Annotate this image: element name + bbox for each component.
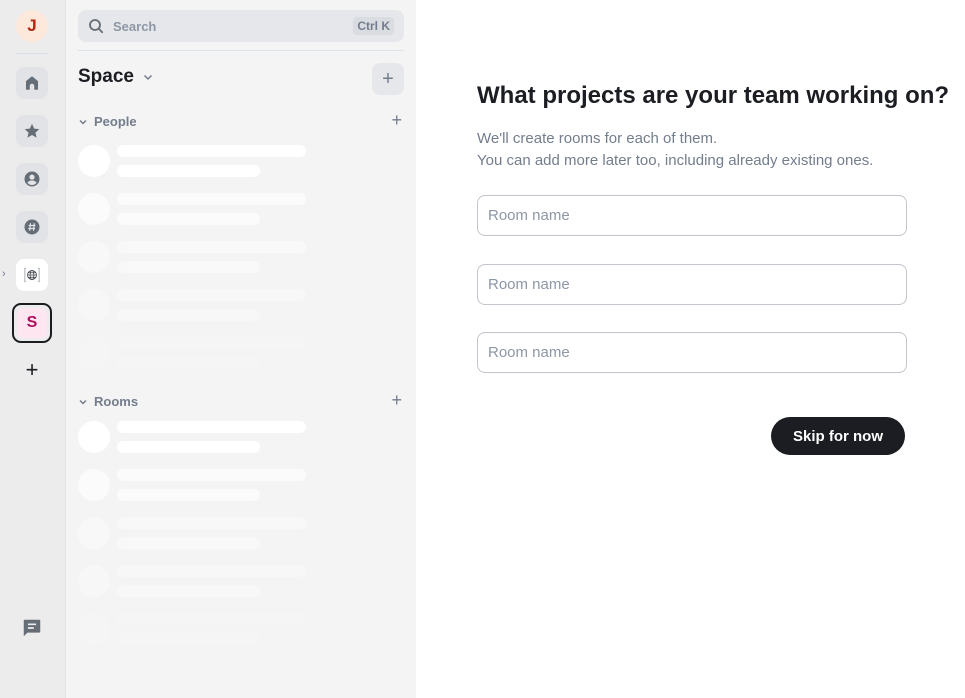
globe-icon: [24, 267, 40, 283]
skeleton-row: [78, 421, 378, 453]
star-icon: [24, 123, 40, 138]
skeleton-row: [78, 193, 378, 225]
user-avatar[interactable]: J: [16, 10, 48, 42]
person-icon: [24, 171, 40, 187]
search-placeholder: Search: [113, 18, 157, 34]
skeleton-row: [78, 469, 378, 501]
room-name-input-2[interactable]: [477, 264, 907, 305]
other-rooms-button[interactable]: [16, 211, 48, 243]
threads-button[interactable]: [21, 617, 43, 639]
space-bar-divider: [16, 53, 48, 54]
chevron-down-icon: [79, 399, 87, 405]
page-description: We'll create rooms for each of them. You…: [477, 128, 873, 172]
page-title: What projects are your team working on?: [477, 82, 950, 109]
rooms-section-label: Rooms: [94, 394, 139, 409]
skeleton-row: [78, 337, 378, 369]
room-list-panel: Search Ctrl K Space + People + Rooms +: [66, 0, 416, 698]
public-space-button[interactable]: [16, 259, 48, 291]
add-rooms-button[interactable]: +: [391, 390, 402, 411]
search-button[interactable]: Search Ctrl K: [78, 10, 404, 42]
hash-icon: [24, 219, 40, 235]
chevron-down-icon: [79, 119, 87, 125]
room-list-divider: [78, 50, 404, 51]
space-bar: J › S +: [0, 0, 66, 698]
main-content: What projects are your team working on? …: [416, 0, 965, 698]
chevron-down-icon: [143, 74, 153, 81]
favourites-button[interactable]: [16, 115, 48, 147]
description-line-1: We'll create rooms for each of them.: [477, 130, 718, 147]
description-line-2: You can add more later too, including al…: [477, 152, 874, 169]
rooms-section-header[interactable]: Rooms +: [78, 390, 404, 410]
space-menu-button[interactable]: Space: [78, 66, 153, 88]
search-icon: [89, 19, 104, 34]
skeleton-row: [78, 613, 378, 645]
room-name-input-3[interactable]: [477, 332, 907, 373]
skeleton-row: [78, 565, 378, 597]
space-title: Space: [78, 66, 134, 87]
skip-for-now-button[interactable]: Skip for now: [771, 417, 905, 455]
app-window: J › S + Search Ctrl K Space + People + R…: [0, 0, 965, 698]
skeleton-row: [78, 241, 378, 273]
create-space-button[interactable]: +: [22, 359, 42, 381]
expand-space-chevron-icon[interactable]: ›: [2, 268, 6, 280]
home-icon: [26, 76, 38, 90]
skeleton-row: [78, 145, 378, 177]
people-section-header[interactable]: People +: [78, 110, 404, 130]
add-people-button[interactable]: +: [391, 110, 402, 131]
skeleton-row: [78, 517, 378, 549]
threads-icon: [23, 619, 41, 637]
room-name-input-1[interactable]: [477, 195, 907, 236]
space-s-button[interactable]: S: [12, 303, 52, 343]
skeleton-row: [78, 289, 378, 321]
search-shortcut-badge: Ctrl K: [353, 17, 394, 35]
people-button[interactable]: [16, 163, 48, 195]
space-s-avatar: S: [17, 308, 47, 338]
home-button[interactable]: [16, 67, 48, 99]
add-room-button[interactable]: +: [372, 63, 404, 95]
people-section-label: People: [94, 114, 137, 129]
